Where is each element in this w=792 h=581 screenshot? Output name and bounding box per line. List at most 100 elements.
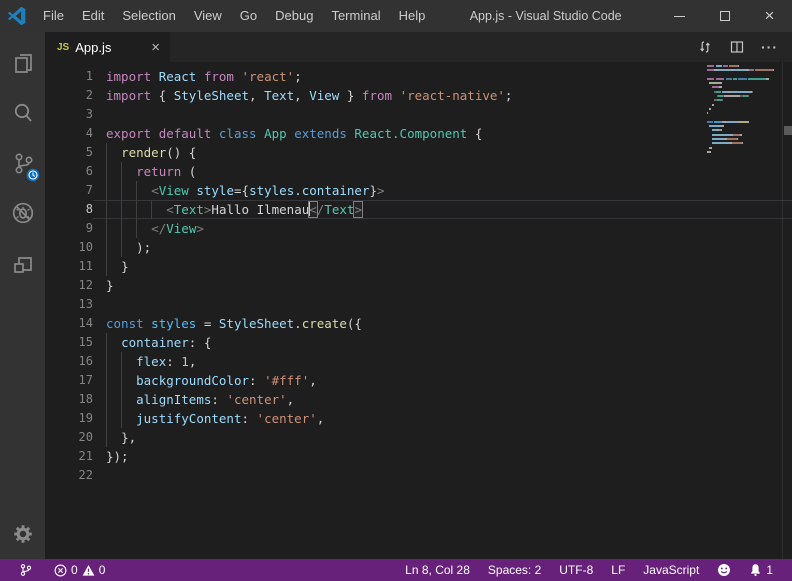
menu-item-view[interactable]: View: [185, 0, 231, 32]
code-line[interactable]: 19 justifyContent: 'center',: [45, 409, 792, 428]
code-line[interactable]: 8 <Text>Hallo Ilmenau</Text>: [45, 200, 792, 219]
code-text: import React from 'react';: [93, 67, 792, 86]
window-controls: ×: [657, 0, 792, 32]
close-button[interactable]: ×: [747, 0, 792, 32]
activity-item-extensions[interactable]: [0, 238, 45, 288]
git-branch-button[interactable]: [10, 559, 41, 581]
line-number[interactable]: 6: [45, 162, 93, 181]
line-number[interactable]: 10: [45, 238, 93, 257]
notifications-button[interactable]: 1: [740, 559, 782, 581]
menu-item-terminal[interactable]: Terminal: [322, 0, 389, 32]
line-number[interactable]: 11: [45, 257, 93, 276]
line-number[interactable]: 9: [45, 219, 93, 238]
code-text: [93, 105, 792, 124]
line-number[interactable]: 22: [45, 466, 93, 485]
code-line[interactable]: 18 alignItems: 'center',: [45, 390, 792, 409]
code-line[interactable]: 2import { StyleSheet, Text, View } from …: [45, 86, 792, 105]
code-line[interactable]: 21});: [45, 447, 792, 466]
line-number[interactable]: 19: [45, 409, 93, 428]
open-changes-icon[interactable]: [697, 39, 713, 55]
code-text: <View style={styles.container}>: [93, 181, 792, 200]
line-number[interactable]: 17: [45, 371, 93, 390]
code-line[interactable]: 1import React from 'react';: [45, 67, 792, 86]
eol-selector[interactable]: LF: [602, 559, 634, 581]
notification-count: 1: [766, 559, 773, 581]
line-number[interactable]: 20: [45, 428, 93, 447]
menu-item-edit[interactable]: Edit: [73, 0, 113, 32]
line-number[interactable]: 15: [45, 333, 93, 352]
cursor-position[interactable]: Ln 8, Col 28: [396, 559, 479, 581]
activity-item-settings[interactable]: [0, 509, 45, 559]
code-text: alignItems: 'center',: [93, 390, 792, 409]
bell-icon: [749, 563, 762, 577]
minimap[interactable]: [707, 65, 781, 160]
problems-button[interactable]: 0 0: [45, 559, 114, 581]
split-editor-icon[interactable]: [729, 39, 745, 55]
code-line[interactable]: 11 }: [45, 257, 792, 276]
clock-badge: [25, 167, 41, 183]
tab-appjs[interactable]: JS App.js ×: [45, 32, 170, 62]
line-number[interactable]: 18: [45, 390, 93, 409]
feedback-button[interactable]: [708, 559, 740, 581]
warning-icon: [82, 564, 95, 577]
menu-item-selection[interactable]: Selection: [113, 0, 184, 32]
code-text: flex: 1,: [93, 352, 792, 371]
line-number[interactable]: 1: [45, 67, 93, 86]
code-line[interactable]: 6 return (: [45, 162, 792, 181]
line-number[interactable]: 4: [45, 124, 93, 143]
code-text: }: [93, 257, 792, 276]
maximize-button[interactable]: [702, 0, 747, 32]
line-number[interactable]: 16: [45, 352, 93, 371]
code-line[interactable]: 17 backgroundColor: '#fff',: [45, 371, 792, 390]
line-number[interactable]: 5: [45, 143, 93, 162]
code-line[interactable]: 13: [45, 295, 792, 314]
activity-item-debug[interactable]: [0, 188, 45, 238]
error-icon: [54, 564, 67, 577]
code-text: </View>: [93, 219, 792, 238]
line-number[interactable]: 3: [45, 105, 93, 124]
activity-item-search[interactable]: [0, 88, 45, 138]
activity-item-source-control[interactable]: [0, 138, 45, 188]
code-line[interactable]: 4export default class App extends React.…: [45, 124, 792, 143]
indentation[interactable]: Spaces: 2: [479, 559, 550, 581]
code-text: import { StyleSheet, Text, View } from '…: [93, 86, 792, 105]
menu-item-go[interactable]: Go: [231, 0, 266, 32]
line-number[interactable]: 14: [45, 314, 93, 333]
line-number[interactable]: 13: [45, 295, 93, 314]
line-number[interactable]: 8: [45, 200, 93, 219]
overview-ruler[interactable]: [782, 62, 792, 559]
minimize-button[interactable]: [657, 0, 702, 32]
code-text: return (: [93, 162, 792, 181]
code-line[interactable]: 15 container: {: [45, 333, 792, 352]
menu-item-file[interactable]: File: [34, 0, 73, 32]
code-line[interactable]: 12}: [45, 276, 792, 295]
editor-lines[interactable]: 1import React from 'react';2import { Sty…: [45, 62, 792, 485]
search-icon: [10, 100, 36, 126]
tab-close-icon[interactable]: ×: [149, 40, 162, 55]
encoding[interactable]: UTF-8: [550, 559, 602, 581]
language-mode[interactable]: JavaScript: [634, 559, 708, 581]
code-line[interactable]: 16 flex: 1,: [45, 352, 792, 371]
extensions-icon: [10, 250, 36, 276]
code-line[interactable]: 10 );: [45, 238, 792, 257]
code-line[interactable]: 9 </View>: [45, 219, 792, 238]
smiley-icon: [717, 563, 731, 577]
code-text: [93, 466, 792, 485]
code-line[interactable]: 3: [45, 105, 792, 124]
editor[interactable]: 1import React from 'react';2import { Sty…: [45, 62, 792, 559]
code-line[interactable]: 20 },: [45, 428, 792, 447]
line-number[interactable]: 21: [45, 447, 93, 466]
more-actions-icon[interactable]: ···: [761, 39, 778, 55]
menu-item-debug[interactable]: Debug: [266, 0, 322, 32]
code-text: );: [93, 238, 792, 257]
line-number[interactable]: 12: [45, 276, 93, 295]
menu-item-help[interactable]: Help: [390, 0, 435, 32]
status-bar: 0 0 Ln 8, Col 28 Spaces: 2 UTF-8 LF Java…: [0, 559, 792, 581]
code-line[interactable]: 14const styles = StyleSheet.create({: [45, 314, 792, 333]
line-number[interactable]: 2: [45, 86, 93, 105]
code-line[interactable]: 22: [45, 466, 792, 485]
activity-item-explorer[interactable]: [0, 38, 45, 88]
line-number[interactable]: 7: [45, 181, 93, 200]
code-line[interactable]: 7 <View style={styles.container}>: [45, 181, 792, 200]
code-line[interactable]: 5 render() {: [45, 143, 792, 162]
